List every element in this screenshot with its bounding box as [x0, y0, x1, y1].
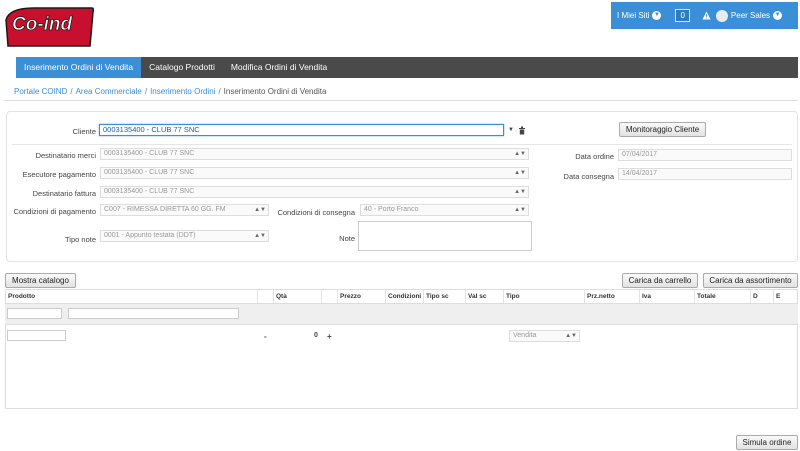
esecutore-pagamento-select[interactable]: 0003135400 - CLUB 77 SNC ▲▼ — [100, 167, 529, 179]
carica-carrello-button[interactable]: Carica da carrello — [622, 273, 698, 288]
col-blank — [322, 290, 338, 304]
chevron-down-icon: ▼ — [652, 11, 662, 20]
destinatario-fattura-value: 0003135400 - CLUB 77 SNC — [104, 188, 195, 195]
note-label: Note — [339, 234, 355, 243]
trash-icon[interactable] — [518, 126, 526, 135]
condizioni-pagamento-label: Condizioni di pagamento — [13, 207, 96, 216]
destinatario-fattura-select[interactable]: 0003135400 - CLUB 77 SNC ▲▼ — [100, 186, 529, 198]
carica-assortimento-button[interactable]: Carica da assortimento — [703, 273, 798, 288]
tab-inserimento-ordini[interactable]: Inserimento Ordini di Vendita — [16, 57, 142, 78]
user-name: Peer Sales — [730, 11, 771, 20]
destinatario-merci-label: Destinatario merci — [35, 151, 96, 160]
destinatario-merci-value: 0003135400 - CLUB 77 SNC — [104, 150, 195, 157]
data-consegna-input[interactable]: 14/04/2017 — [618, 168, 792, 180]
data-ordine-label: Data ordine — [575, 152, 614, 161]
mostra-catalogo-button[interactable]: Mostra catalogo — [5, 273, 76, 288]
cliente-dropdown-icon[interactable]: ▼ — [508, 127, 514, 133]
col-prodotto[interactable]: Prodotto — [6, 290, 258, 304]
breadcrumb-portale[interactable]: Portale COIND — [14, 87, 67, 96]
condizioni-consegna-value: 40 - Porto Franco — [364, 206, 419, 213]
tab-catalogo-prodotti[interactable]: Catalogo Prodotti — [141, 57, 223, 78]
condizioni-pagamento-value: C007 - RIMESSA DIRETTA 60 GG. FM — [104, 206, 226, 213]
destinatario-merci-select[interactable]: 0003135400 - CLUB 77 SNC ▲▼ — [100, 148, 529, 160]
user-menu[interactable]: Peer Sales ▼ — [715, 9, 783, 22]
product-code-input[interactable] — [7, 330, 66, 341]
col-val-sc[interactable]: Val sc — [466, 290, 504, 304]
breadcrumb: Portale COIND / Area Commerciale / Inserimen… — [14, 87, 327, 96]
col-condizioni[interactable]: Condizioni — [386, 290, 424, 304]
tipo-note-label: Tipo note — [65, 235, 96, 244]
select-arrows-icon: ▲▼ — [254, 233, 266, 239]
cliente-label: Cliente — [72, 127, 96, 136]
breadcrumb-current: Inserimento Ordini di Vendita — [223, 87, 327, 96]
qty-increment-button[interactable]: + — [327, 332, 332, 341]
breadcrumb-area-commerciale[interactable]: Area Commerciale — [76, 87, 142, 96]
filter-codice-input[interactable] — [7, 308, 62, 319]
select-arrows-icon: ▲▼ — [254, 207, 266, 213]
divider — [12, 144, 792, 145]
esecutore-pagamento-value: 0003135400 - CLUB 77 SNC — [104, 169, 195, 176]
select-arrows-icon: ▲▼ — [514, 170, 526, 176]
user-bar: I Miei Siti ▼ 0 Peer Sales ▼ — [611, 2, 798, 29]
condizioni-pagamento-select[interactable]: C007 - RIMESSA DIRETTA 60 GG. FM ▲▼ — [100, 204, 269, 216]
tipo-note-value: 0001 - Appunto testata (DDT) — [104, 232, 196, 239]
simula-ordine-button[interactable]: Simula ordine — [736, 435, 798, 450]
condizioni-consegna-label: Condizioni di consegna — [277, 208, 355, 217]
col-blank — [258, 290, 274, 304]
tipo-value: Vendita — [513, 332, 537, 339]
my-sites-dropdown[interactable]: I Miei Siti ▼ — [617, 11, 662, 20]
warning-icon[interactable] — [702, 11, 711, 20]
avatar — [715, 9, 728, 22]
select-arrows-icon: ▲▼ — [514, 151, 526, 157]
condizioni-consegna-select[interactable]: 40 - Porto Franco ▲▼ — [360, 204, 529, 216]
data-consegna-label: Data consegna — [563, 172, 614, 181]
tipo-note-select[interactable]: 0001 - Appunto testata (DDT) ▲▼ — [100, 230, 269, 242]
tipo-select[interactable]: Vendita ▲▼ — [509, 330, 580, 342]
col-totale[interactable]: Totale — [695, 290, 751, 304]
svg-text:Co-ind: Co-ind — [12, 14, 73, 35]
col-e[interactable]: E — [774, 290, 797, 304]
col-tipo-sc[interactable]: Tipo sc — [424, 290, 466, 304]
select-arrows-icon: ▲▼ — [514, 207, 526, 213]
destinatario-fattura-label: Destinatario fattura — [32, 189, 96, 198]
coind-logo: Co-ind — [5, 7, 94, 47]
col-tipo[interactable]: Tipo — [504, 290, 585, 304]
monitoraggio-cliente-button[interactable]: Monitoraggio Cliente — [619, 122, 706, 137]
main-nav: Inserimento Ordini di Vendita Catalogo P… — [16, 57, 798, 78]
select-arrows-icon: ▲▼ — [565, 333, 577, 339]
col-d[interactable]: D — [751, 290, 774, 304]
breadcrumb-inserimento-ordini[interactable]: Inserimento Ordini — [150, 87, 215, 96]
chevron-down-icon: ▼ — [773, 11, 783, 20]
qty-value[interactable]: 0 — [314, 332, 318, 339]
notifications-badge[interactable]: 0 — [675, 9, 690, 22]
esecutore-pagamento-label: Esecutore pagamento — [22, 170, 96, 179]
col-prezzo[interactable]: Prezzo — [338, 290, 386, 304]
filter-descrizione-input[interactable] — [68, 308, 239, 319]
select-arrows-icon: ▲▼ — [514, 189, 526, 195]
col-qta[interactable]: Qtà — [274, 290, 322, 304]
tab-modifica-ordini[interactable]: Modifica Ordini di Vendita — [223, 57, 335, 78]
col-prz-netto[interactable]: Prz.netto — [585, 290, 640, 304]
note-textarea[interactable] — [358, 221, 532, 251]
divider — [4, 100, 798, 101]
data-ordine-input[interactable]: 07/04/2017 — [618, 149, 792, 161]
col-iva[interactable]: Iva — [640, 290, 695, 304]
cliente-input[interactable]: 0003135400 - CLUB 77 SNC — [99, 124, 504, 136]
qty-decrement-button[interactable]: - — [264, 332, 267, 341]
notification-count: 0 — [675, 9, 690, 22]
my-sites-label: I Miei Siti — [617, 11, 650, 20]
